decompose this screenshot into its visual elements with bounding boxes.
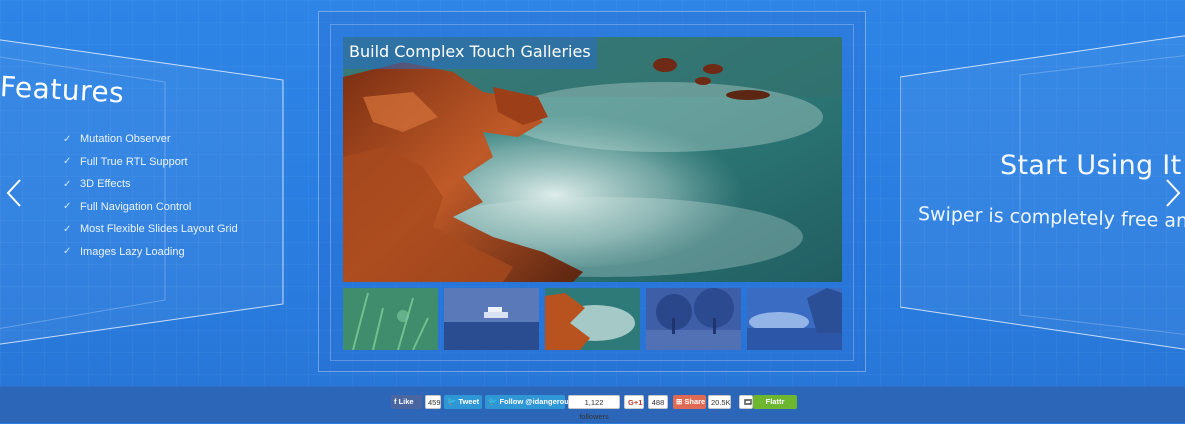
swiper-showcase: Features ✓ Mutation Observer ✓ Full True R… (0, 0, 1185, 386)
check-icon: ✓ (63, 201, 72, 213)
feature-item: ✓ Full Navigation Control (63, 196, 238, 219)
flattr-icon (744, 399, 752, 405)
thumbnail-coast[interactable] (545, 288, 640, 350)
feature-label: 3D Effects (80, 178, 131, 191)
next-slide-button[interactable] (1163, 178, 1183, 208)
follow-button[interactable]: 🐦 Follow @idangerous (485, 395, 573, 409)
gallery-main-image[interactable] (343, 37, 842, 282)
like-label: Like (398, 397, 414, 406)
feature-item: ✓ Most Flexible Slides Layout Grid (63, 218, 238, 241)
sunset-photo (747, 288, 842, 350)
coast-thumb-photo (545, 288, 640, 350)
follow-label: Follow @idangerous (499, 397, 574, 406)
thumbnail-trees[interactable] (646, 288, 741, 350)
chevron-right-icon (1166, 179, 1181, 207)
feature-label: Full Navigation Control (80, 200, 192, 213)
gallery-caption: Build Complex Touch Galleries (343, 37, 597, 69)
like-count: 459 (425, 395, 441, 409)
feature-item: ✓ Mutation Observer (63, 128, 238, 151)
check-icon: ✓ (63, 246, 72, 258)
flattr-icon-button[interactable] (739, 395, 753, 409)
thumbnail-sunset[interactable] (747, 288, 842, 350)
gallery-thumbnails (343, 288, 843, 350)
share-button[interactable]: ⊞ Share (673, 395, 706, 409)
feature-item: ✓ 3D Effects (63, 173, 238, 196)
feature-item: ✓ Images Lazy Loading (63, 241, 238, 264)
tweet-label: Tweet (458, 397, 480, 406)
share-count: 20.5K (708, 395, 731, 409)
coast-photo (343, 37, 842, 282)
feature-label: Mutation Observer (80, 133, 171, 146)
start-using-slide[interactable] (900, 35, 1185, 350)
thumbnail-ship[interactable] (444, 288, 539, 350)
tweet-button[interactable]: 🐦 Tweet (444, 395, 482, 409)
start-slide-frame (900, 35, 1185, 350)
ship-photo (444, 288, 539, 350)
features-list: ✓ Mutation Observer ✓ Full True RTL Suppor… (63, 128, 238, 263)
grass-photo (343, 288, 438, 350)
check-icon: ✓ (63, 223, 72, 235)
google-plus-button[interactable]: G+1 (624, 395, 644, 409)
twitter-bird-icon: 🐦 (488, 397, 500, 406)
feature-label: Full True RTL Support (80, 155, 188, 168)
check-icon: ✓ (63, 156, 72, 168)
feature-label: Images Lazy Loading (80, 245, 185, 258)
check-icon: ✓ (63, 133, 72, 145)
gplus-count: 488 (648, 395, 668, 409)
thumbnail-grass[interactable] (343, 288, 438, 350)
features-title: Features (0, 70, 126, 110)
start-title: Start Using It N (1000, 150, 1185, 181)
check-icon: ✓ (63, 178, 72, 190)
twitter-bird-icon: 🐦 (447, 397, 459, 406)
facebook-like-button[interactable]: f Like (391, 395, 422, 409)
feature-item: ✓ Full True RTL Support (63, 151, 238, 174)
trees-photo (646, 288, 741, 350)
chevron-left-icon (6, 179, 21, 207)
prev-slide-button[interactable] (4, 178, 24, 208)
flattr-button[interactable]: Flattr (753, 395, 797, 409)
followers-count: 1,122 followers (568, 395, 620, 421)
feature-label: Most Flexible Slides Layout Grid (80, 223, 238, 236)
share-label: Share (684, 397, 706, 406)
